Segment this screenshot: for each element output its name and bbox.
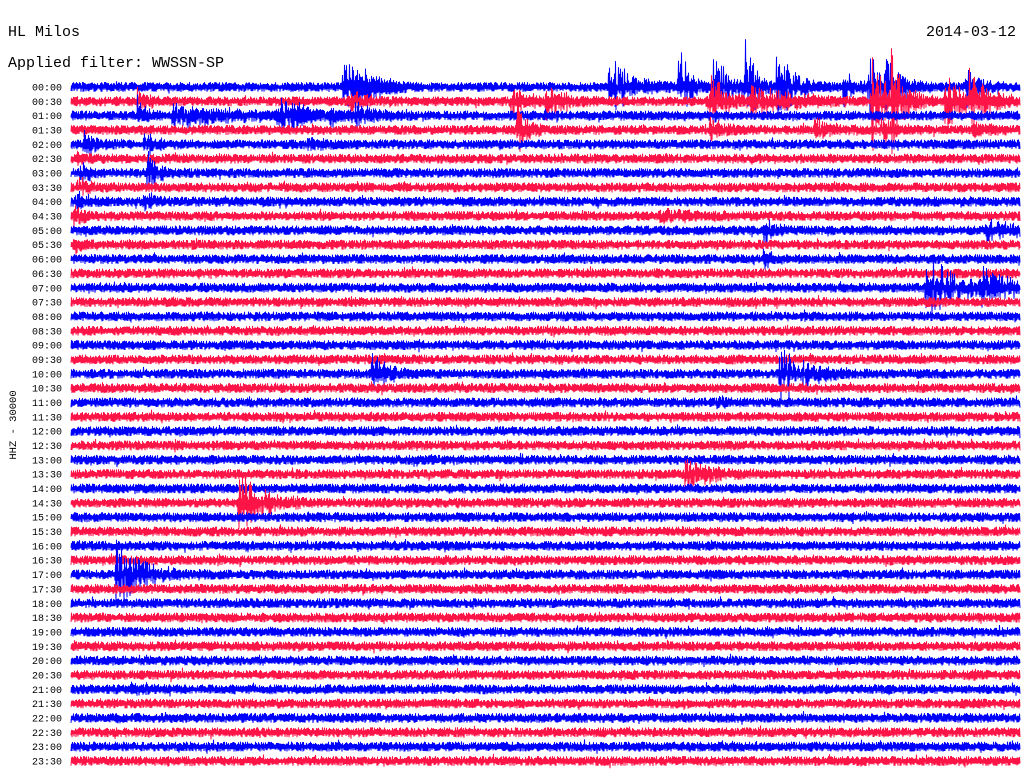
trace-row-16-30 <box>70 553 1021 568</box>
row-label-11-30: 11:30 <box>32 413 62 424</box>
row-label-14-30: 14:30 <box>32 499 62 510</box>
row-label-08-30: 08:30 <box>32 327 62 338</box>
trace-row-21-30 <box>70 696 1021 711</box>
row-label-05-30: 05:30 <box>32 241 62 252</box>
row-label-06-30: 06:30 <box>32 270 62 281</box>
row-label-21-30: 21:30 <box>32 700 62 711</box>
row-label-03-00: 03:00 <box>32 170 62 181</box>
trace-row-17-30 <box>70 583 1021 596</box>
trace-row-03-30 <box>70 176 1021 196</box>
trace-row-11-30 <box>70 409 1021 424</box>
trace-row-13-00 <box>70 452 1021 468</box>
row-label-11-00: 11:00 <box>32 399 62 410</box>
trace-row-07-30 <box>70 295 1021 310</box>
row-label-10-00: 10:00 <box>32 370 62 381</box>
row-label-07-30: 07:30 <box>32 299 62 310</box>
row-label-18-30: 18:30 <box>32 614 62 625</box>
row-label-21-00: 21:00 <box>32 686 62 697</box>
trace-row-21-00 <box>70 681 1021 697</box>
row-label-04-00: 04:00 <box>32 198 62 209</box>
row-label-01-30: 01:30 <box>32 127 62 138</box>
row-label-19-00: 19:00 <box>32 628 62 639</box>
trace-row-05-30 <box>70 238 1021 255</box>
trace-row-02-30 <box>70 150 1021 166</box>
row-label-20-00: 20:00 <box>32 657 62 668</box>
row-label-15-30: 15:30 <box>32 528 62 539</box>
row-label-10-30: 10:30 <box>32 385 62 396</box>
row-label-23-00: 23:00 <box>32 743 62 754</box>
row-label-12-00: 12:00 <box>32 428 62 439</box>
row-label-08-00: 08:00 <box>32 313 62 324</box>
trace-row-20-30 <box>70 667 1021 683</box>
station-title: HL Milos <box>8 24 80 41</box>
row-label-05-00: 05:00 <box>32 227 62 238</box>
row-label-00-00: 00:00 <box>32 84 62 95</box>
trace-group <box>70 39 1021 769</box>
row-label-09-00: 09:00 <box>32 342 62 353</box>
row-label-18-00: 18:00 <box>32 600 62 611</box>
trace-row-09-30 <box>70 352 1021 366</box>
row-label-16-30: 16:30 <box>32 557 62 568</box>
trace-row-09-00 <box>70 338 1021 353</box>
row-label-02-00: 02:00 <box>32 141 62 152</box>
row-label-20-30: 20:30 <box>32 672 62 683</box>
trace-row-08-30 <box>70 324 1021 338</box>
trace-row-12-00 <box>70 424 1021 439</box>
row-label-07-00: 07:00 <box>32 284 62 295</box>
trace-row-15-00 <box>70 511 1021 525</box>
row-label-00-30: 00:30 <box>32 98 62 109</box>
row-label-22-30: 22:30 <box>32 729 62 740</box>
row-label-02-30: 02:30 <box>32 155 62 166</box>
trace-row-23-00 <box>70 739 1021 754</box>
row-label-09-30: 09:30 <box>32 356 62 367</box>
row-label-group: 00:00 00:30 01:00 01:30 02:00 02:30 03:00 03:30… <box>32 84 62 769</box>
trace-row-19-00 <box>70 624 1021 639</box>
trace-row-18-00 <box>70 596 1021 610</box>
trace-row-20-00 <box>70 653 1021 668</box>
trace-row-19-30 <box>70 639 1021 654</box>
trace-row-04-00 <box>70 190 1021 212</box>
trace-row-05-00 <box>70 218 1021 245</box>
trace-row-23-30 <box>70 753 1021 769</box>
trace-row-14-00 <box>70 483 1021 495</box>
filter-label: Applied filter: WWSSN-SP <box>8 55 224 72</box>
row-label-19-30: 19:30 <box>32 643 62 654</box>
channel-axis-label: HHZ - 30000 <box>8 390 20 459</box>
date-label: 2014-03-12 <box>926 24 1016 41</box>
trace-row-10-30 <box>70 381 1021 396</box>
row-label-03-30: 03:30 <box>32 184 62 195</box>
trace-row-06-00 <box>70 248 1021 270</box>
row-label-13-00: 13:00 <box>32 456 62 467</box>
trace-row-22-30 <box>70 725 1021 740</box>
row-label-12-30: 12:30 <box>32 442 62 453</box>
row-label-04-30: 04:30 <box>32 213 62 224</box>
trace-row-11-00 <box>70 395 1021 410</box>
trace-row-15-30 <box>70 524 1021 539</box>
row-label-17-30: 17:30 <box>32 585 62 596</box>
row-label-16-00: 16:00 <box>32 542 62 553</box>
trace-row-08-00 <box>70 309 1021 323</box>
trace-row-22-00 <box>70 711 1021 725</box>
trace-row-16-00 <box>70 538 1021 553</box>
trace-row-18-30 <box>70 611 1021 625</box>
helicorder-plot: 00:00 00:30 01:00 01:30 02:00 02:30 03:00 03:30… <box>0 0 1024 780</box>
row-label-14-00: 14:00 <box>32 485 62 496</box>
row-label-22-00: 22:00 <box>32 715 62 726</box>
row-label-01-00: 01:00 <box>32 112 62 123</box>
row-label-13-30: 13:30 <box>32 471 62 482</box>
row-label-06-00: 06:00 <box>32 256 62 267</box>
trace-row-04-30 <box>70 205 1021 228</box>
trace-row-12-30 <box>70 438 1021 453</box>
row-label-15-00: 15:00 <box>32 514 62 525</box>
trace-row-06-30 <box>70 266 1021 280</box>
row-label-17-00: 17:00 <box>32 571 62 582</box>
row-label-23-30: 23:30 <box>32 758 62 769</box>
